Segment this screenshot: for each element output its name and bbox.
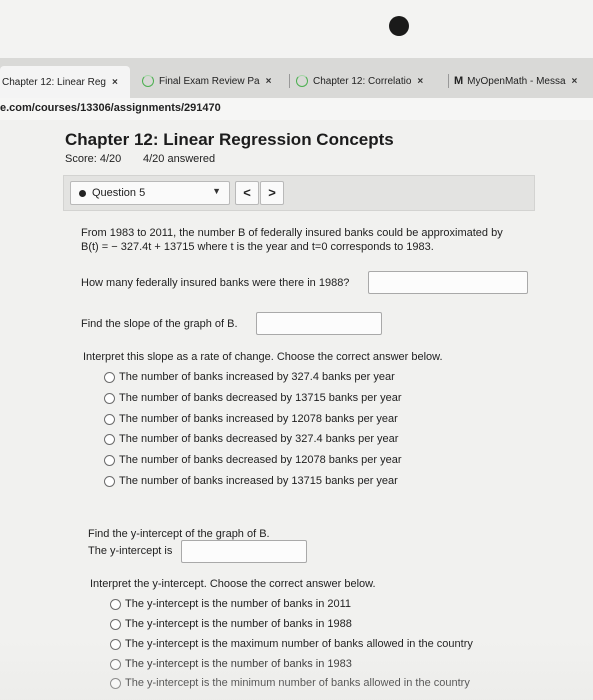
tab-final-exam-review[interactable]: Final Exam Review Pa × (142, 68, 282, 94)
url-text: e.com/courses/13306/assignments/291470 (0, 102, 221, 114)
radio-button-icon[interactable] (104, 371, 115, 383)
question-intro-line1: From 1983 to 2011, the number B of feder… (81, 227, 503, 239)
option-label: The number of banks increased by 12078 b… (119, 413, 398, 425)
slope-option[interactable]: The number of banks decreased by 13715 b… (104, 392, 402, 404)
option-label: The number of banks decreased by 12078 b… (119, 454, 402, 466)
part5-prompt: Interpret the y-intercept. Choose the co… (90, 578, 376, 590)
address-bar[interactable]: e.com/courses/13306/assignments/291470 (0, 98, 593, 121)
score-text: Score: 4/20 (65, 153, 122, 165)
radio-button-icon[interactable] (104, 392, 115, 404)
page-title: Chapter 12: Linear Regression Concepts (65, 130, 394, 149)
question-intro-line2: B(t) = − 327.4t + 13715 where t is the y… (81, 241, 434, 253)
radio-button-icon[interactable] (110, 677, 121, 689)
tab-separator (448, 74, 449, 88)
tab-label: Final Exam Review Pa (159, 75, 260, 87)
banks-1988-input[interactable] (368, 271, 528, 294)
part4b-prompt: The y-intercept is (88, 545, 173, 557)
intercept-option[interactable]: The y-intercept is the number of banks i… (110, 598, 351, 610)
radio-button-icon[interactable] (110, 638, 121, 650)
part2-prompt: Find the slope of the graph of B. (81, 318, 238, 330)
option-label: The number of banks decreased by 13715 b… (119, 392, 402, 404)
tab-myopenmath-messages[interactable]: M MyOpenMath - Messa × (454, 68, 593, 94)
radio-button-icon[interactable] (104, 454, 115, 466)
radio-button-icon[interactable] (104, 475, 115, 487)
part1-prompt: How many federally insured banks were th… (81, 277, 350, 289)
radio-button-icon[interactable] (104, 433, 115, 445)
slope-option[interactable]: The number of banks increased by 12078 b… (104, 413, 398, 425)
question-select-label: Question 5 (92, 187, 146, 199)
tab-label: Chapter 12: Correlatio (313, 75, 412, 87)
tab-label: MyOpenMath - Messa (467, 75, 566, 87)
chevron-down-icon: ▼ (212, 186, 221, 196)
tab-close-icon[interactable]: × (417, 76, 423, 87)
option-label: The y-intercept is the maximum number of… (125, 638, 473, 650)
tab-close-icon[interactable]: × (112, 77, 118, 88)
tab-close-icon[interactable]: × (572, 76, 578, 87)
tab-label: Chapter 12: Linear Reg (2, 76, 106, 88)
option-label: The number of banks increased by 327.4 b… (119, 371, 395, 383)
radio-button-icon[interactable] (104, 413, 115, 425)
tab-linear-regression[interactable]: Chapter 12: Linear Reg × (0, 66, 130, 98)
tab-close-icon[interactable]: × (266, 76, 272, 87)
radio-button-icon[interactable] (110, 618, 121, 630)
slope-option[interactable]: The number of banks decreased by 327.4 b… (104, 433, 398, 445)
next-question-button[interactable]: > (260, 181, 284, 205)
answered-count: 4/20 answered (143, 153, 216, 165)
question-nav-bar: Question 5 ▼ < > (63, 175, 535, 211)
loading-spinner-icon (142, 75, 154, 87)
radio-button-icon[interactable] (110, 658, 121, 670)
slope-input[interactable] (256, 312, 382, 335)
option-label: The y-intercept is the number of banks i… (125, 658, 352, 670)
option-label: The number of banks decreased by 327.4 b… (119, 433, 399, 445)
option-label: The y-intercept is the minimum number of… (125, 677, 470, 689)
browser-tab-bar: Chapter 12: Linear Reg × Final Exam Revi… (0, 58, 593, 99)
camera-dot (389, 16, 409, 36)
part4-prompt: Find the y-intercept of the graph of B. (88, 528, 270, 540)
myopenmath-logo-icon: M (454, 75, 464, 87)
option-label: The y-intercept is the number of banks i… (125, 618, 352, 630)
question-status-dot-icon (79, 189, 86, 197)
previous-question-button[interactable]: < (235, 181, 259, 205)
intercept-option[interactable]: The y-intercept is the number of banks i… (110, 618, 352, 630)
intercept-option[interactable]: The y-intercept is the minimum number of… (110, 677, 470, 689)
intercept-option[interactable]: The y-intercept is the number of banks i… (110, 658, 352, 670)
option-label: The y-intercept is the number of banks i… (125, 598, 352, 610)
question-select[interactable]: Question 5 ▼ (70, 181, 230, 205)
slope-option[interactable]: The number of banks decreased by 12078 b… (104, 454, 402, 466)
radio-button-icon[interactable] (110, 598, 121, 610)
loading-spinner-icon (296, 75, 308, 87)
assignment-page: Chapter 12: Linear Regression Concepts S… (0, 120, 593, 700)
option-label: The number of banks increased by 13715 b… (119, 475, 398, 487)
part3-prompt: Interpret this slope as a rate of change… (83, 351, 443, 363)
tab-separator (289, 74, 290, 88)
slope-option[interactable]: The number of banks increased by 13715 b… (104, 475, 398, 487)
intercept-option[interactable]: The y-intercept is the maximum number of… (110, 638, 473, 650)
y-intercept-input[interactable] (181, 540, 307, 563)
device-bezel (0, 0, 593, 58)
tab-correlation[interactable]: Chapter 12: Correlatio × (296, 68, 444, 94)
slope-option[interactable]: The number of banks increased by 327.4 b… (104, 371, 395, 383)
